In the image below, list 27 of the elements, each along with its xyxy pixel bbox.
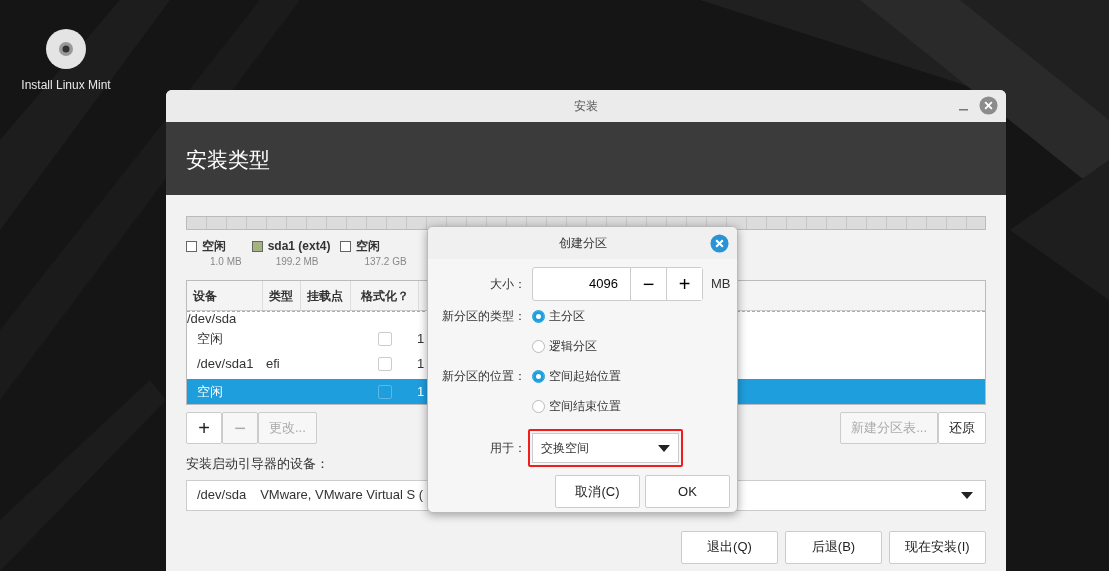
use-label: 用于：	[489, 440, 526, 457]
table-cell-text: 1	[417, 329, 425, 348]
partition-location-label: 新分区的位置：	[441, 368, 526, 385]
radio-label: 空间起始位置	[549, 368, 621, 385]
legend-size: 199.2 MB	[274, 255, 320, 269]
dialog-title: 创建分区	[558, 235, 607, 252]
radio-label: 主分区	[549, 308, 585, 325]
table-cell-text: 空闲	[196, 329, 224, 348]
radio-label: 空间结束位置	[549, 398, 621, 415]
legend-size: 1.0 MB	[209, 255, 242, 269]
legend-name: 空闲	[202, 238, 227, 254]
table-cell-text: 1	[417, 382, 425, 401]
table-cell-text: 1	[417, 354, 425, 373]
unit-label: MB	[711, 275, 731, 294]
partition-type-label: 新分区的类型：	[441, 308, 526, 325]
table-cell-text: /dev/sda	[187, 312, 238, 325]
window-title: 安装	[574, 98, 598, 115]
page-heading: 安装类型	[186, 148, 270, 171]
bootloader-label: 安装启动引导器的设备：	[186, 455, 330, 473]
legend-size: 137.2 GB	[363, 255, 407, 269]
legend-name: 空闲	[356, 238, 382, 254]
table-cell-text: /dev/sda1	[196, 354, 255, 373]
size-label: 大小：	[489, 276, 526, 293]
table-cell-text: efi	[265, 354, 281, 373]
radio-label: 逻辑分区	[549, 338, 597, 355]
legend-name: sda1 (ext4)	[267, 238, 331, 254]
table-cell-text: 空闲	[196, 382, 224, 401]
